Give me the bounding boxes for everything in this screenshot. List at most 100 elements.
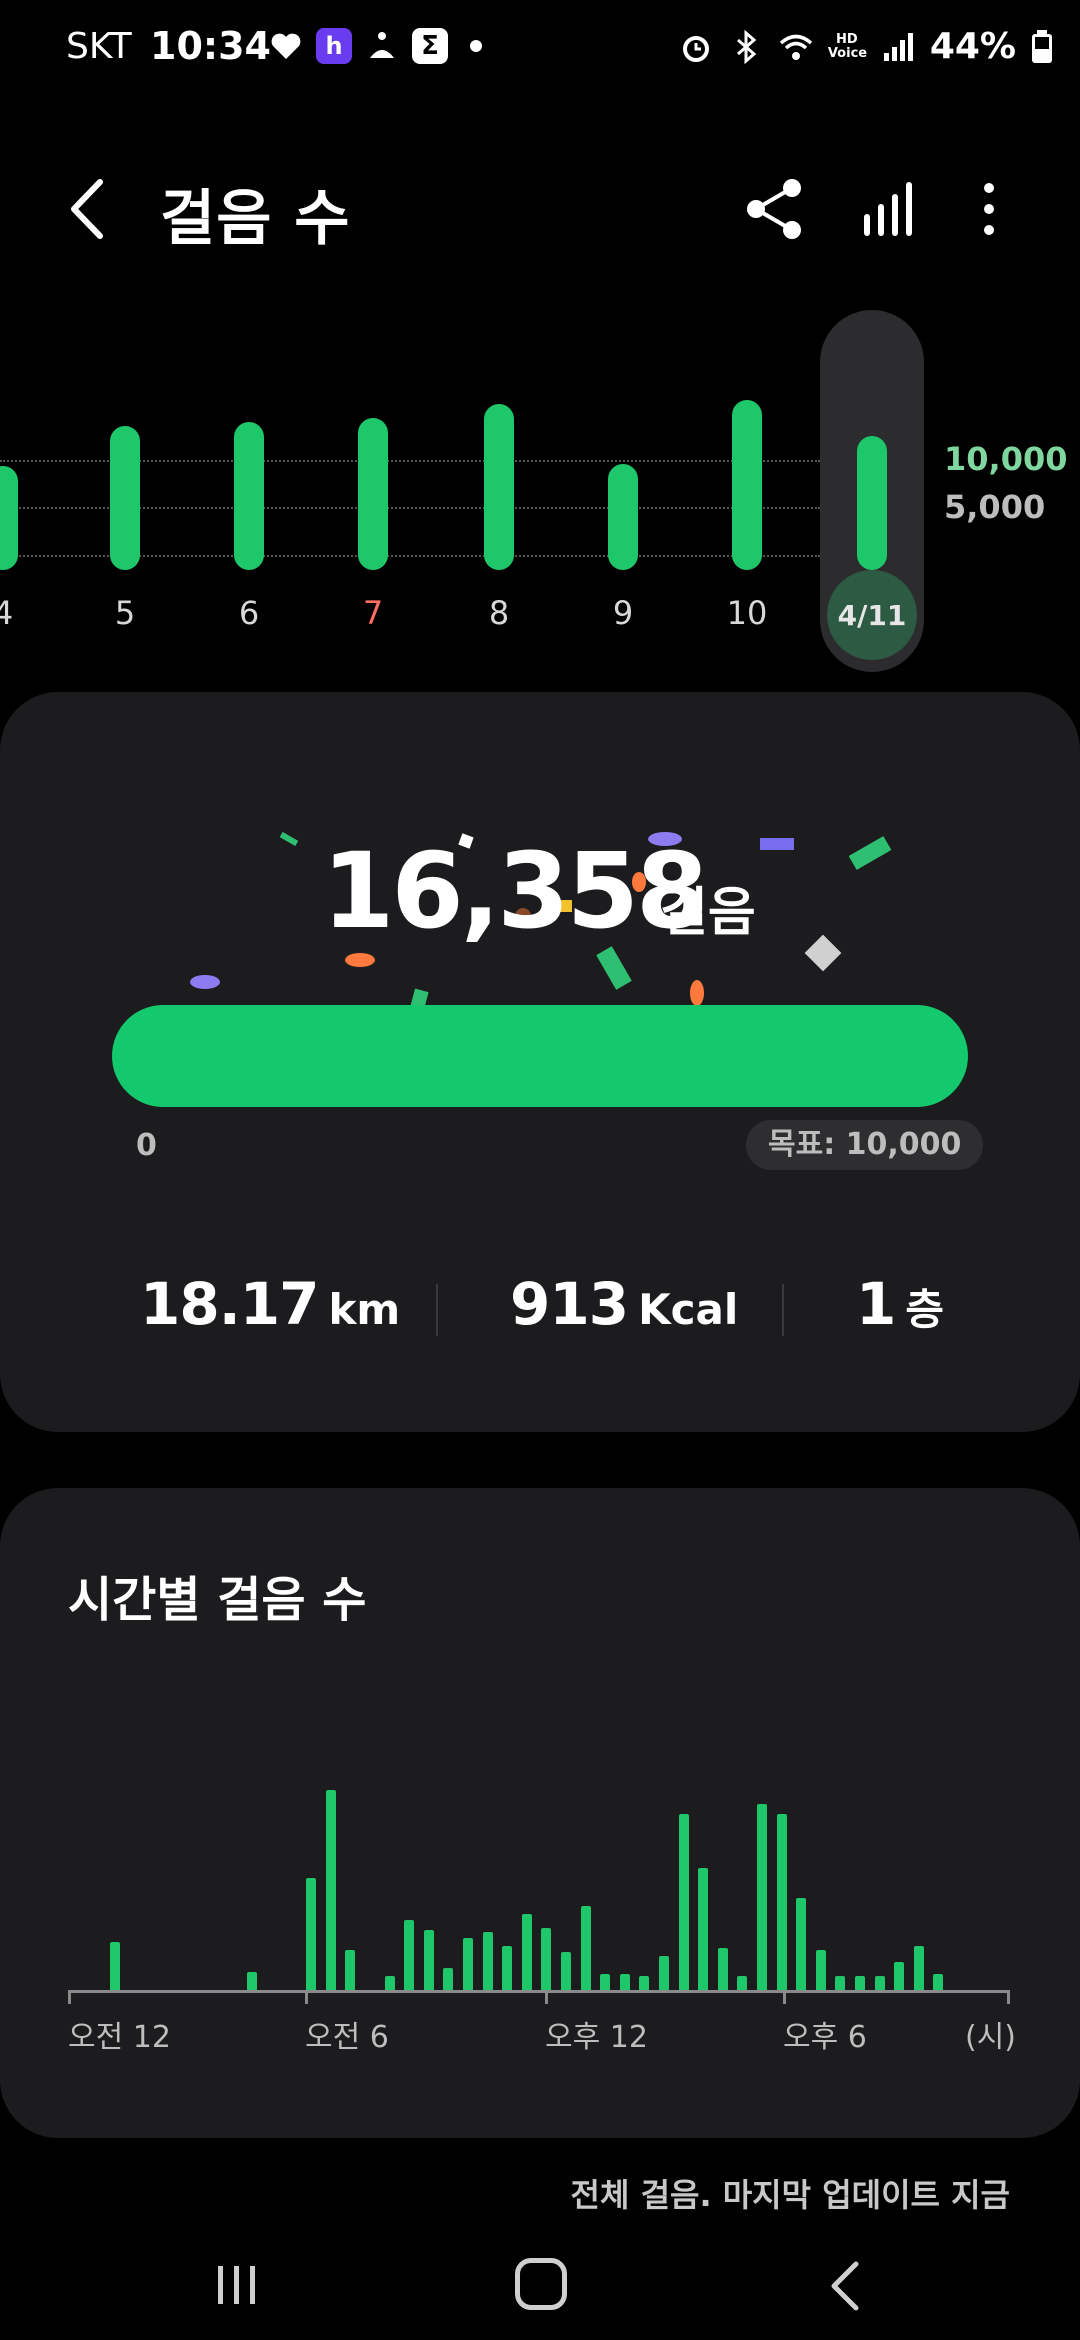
hourly-bar (522, 1914, 532, 1990)
clock: 10:34 (150, 24, 271, 68)
hourly-x-label: 오전 12 (68, 2020, 171, 2055)
goal-progress-bar (112, 1005, 968, 1107)
hourly-bar (757, 1804, 767, 1990)
hourly-bar (679, 1814, 689, 1990)
hourly-bar (110, 1942, 120, 1990)
day-label[interactable]: 5 (85, 594, 165, 632)
sigma-app-icon: Σ (412, 28, 448, 64)
step-count-unit: 걸음 (660, 883, 756, 943)
hourly-bar (561, 1952, 571, 1990)
more-notifications-dot-icon (470, 40, 482, 52)
system-icons: HD Voice 44% (678, 26, 1054, 67)
hourly-bar (306, 1878, 316, 1990)
mid-axis-label: 5,000 (944, 488, 1046, 526)
notification-icons: h Σ (268, 28, 482, 64)
hourly-bar (894, 1962, 904, 1990)
bluetooth-icon (736, 29, 757, 64)
hourly-x-label: (시) (965, 2020, 1017, 2055)
stat-divider (436, 1284, 438, 1336)
system-nav-bar (0, 2240, 1080, 2340)
day-label[interactable]: 8 (459, 594, 539, 632)
calories-stat: 913 Kcal (510, 1270, 738, 1338)
hourly-bar (816, 1950, 826, 1990)
day-bar[interactable] (234, 422, 264, 570)
hourly-title: 시간별 걸음 수 (68, 1572, 367, 1628)
selected-day-bar[interactable] (857, 436, 887, 570)
signal-icon (883, 32, 913, 61)
hourly-bar (737, 1976, 747, 1990)
hourly-bar (404, 1920, 414, 1990)
hourly-x-axis (68, 1990, 1010, 1993)
home-icon[interactable] (515, 2258, 567, 2310)
day-label[interactable]: 7 (333, 594, 413, 632)
distance-value: 18.17 (140, 1270, 319, 1338)
hourly-bar (541, 1928, 551, 1990)
day-bar[interactable] (0, 466, 18, 570)
day-bar[interactable] (608, 464, 638, 570)
carrier-label: SKT (66, 26, 132, 67)
hd-voice-icon: HD Voice (827, 31, 868, 61)
day-label[interactable]: 10 (707, 594, 787, 632)
hourly-bar (796, 1898, 806, 1990)
status-bar: SKT 10:34 h Σ HD Voice 44% (0, 0, 1080, 96)
last-update-note: 전체 걸음. 마지막 업데이트 지금 (570, 2176, 1010, 2214)
battery-percent: 44% (929, 26, 1016, 67)
hourly-x-tick (545, 1990, 548, 2004)
hourly-x-label: 오후 12 (545, 2020, 648, 2055)
hourly-bar (247, 1972, 257, 1990)
more-options-icon[interactable] (954, 174, 1024, 244)
health-heart-icon (271, 33, 301, 59)
wifi-icon (779, 34, 812, 60)
share-icon[interactable] (740, 174, 810, 244)
day-bar[interactable] (484, 404, 514, 570)
hourly-x-tick (68, 1990, 71, 2004)
confetti-piece (190, 975, 220, 989)
confetti-piece (760, 838, 794, 850)
hourly-x-tick (1007, 1990, 1010, 2004)
day-bar[interactable] (358, 418, 388, 570)
floors-stat: 1층 (856, 1270, 944, 1338)
day-bar[interactable] (110, 426, 140, 570)
hourly-bar (345, 1950, 355, 1990)
confetti-piece (690, 980, 704, 1006)
back-arrow-icon[interactable] (60, 174, 120, 244)
day-bar[interactable] (732, 400, 762, 570)
hourly-bar (914, 1946, 924, 1990)
hourly-bar (326, 1790, 336, 1990)
selected-day-label[interactable]: 4/11 (827, 570, 917, 660)
hourly-bar (463, 1938, 473, 1990)
daily-steps-strip[interactable]: 4/11 10,000 5,000 4 5 6 7 8 9 10 (0, 300, 1080, 680)
stat-divider (782, 1284, 784, 1336)
hourly-x-label: 오후 6 (783, 2020, 867, 2055)
alarm-icon (682, 35, 709, 62)
floors-value: 1 (856, 1270, 896, 1338)
confetti-piece (345, 953, 375, 967)
progress-zero-label: 0 (136, 1128, 157, 1163)
hourly-x-tick (783, 1990, 786, 2004)
day-label[interactable]: 4 (0, 594, 43, 632)
hourly-bar (639, 1976, 649, 1990)
hourly-bar (443, 1968, 453, 1990)
recent-apps-icon[interactable] (212, 2260, 262, 2310)
hourly-bar (933, 1974, 943, 1990)
nav-back-icon[interactable] (822, 2258, 872, 2314)
hourly-x-label: 오전 6 (305, 2020, 389, 2055)
hourly-x-tick (305, 1990, 308, 2004)
goal-label[interactable]: 목표: 10,000 (746, 1120, 984, 1170)
floors-unit: 층 (905, 1285, 944, 1334)
battery-icon (1032, 29, 1052, 63)
day-label[interactable]: 6 (209, 594, 289, 632)
day-label[interactable]: 9 (583, 594, 663, 632)
hourly-bar (581, 1906, 591, 1990)
hourly-bar (835, 1976, 845, 1990)
hourly-bar (718, 1948, 728, 1990)
hourly-bar (875, 1976, 885, 1990)
hourly-bar (502, 1946, 512, 1990)
hourly-bar (620, 1974, 630, 1990)
goal-axis-label: 10,000 (944, 440, 1068, 478)
step-count-value: 16,358 (322, 830, 708, 952)
trends-chart-icon[interactable] (852, 174, 922, 244)
hourly-bar (483, 1932, 493, 1990)
hourly-bar (600, 1974, 610, 1990)
hourly-bar (855, 1976, 865, 1990)
